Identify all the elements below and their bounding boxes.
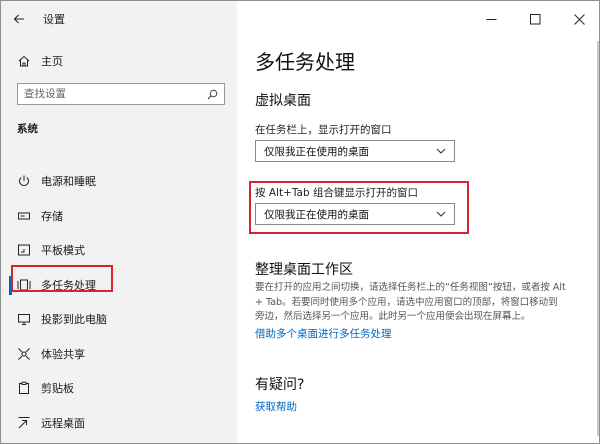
minimize-icon bbox=[486, 18, 496, 20]
maximize-button[interactable] bbox=[513, 1, 557, 37]
sidebar-item-clipboard[interactable]: 剪贴板 bbox=[1, 371, 237, 406]
description-line: + Tab。若要同时使用多个应用，请选中应用窗口的顶部，将窗口移动到 bbox=[255, 296, 558, 308]
section-label-system: 系统 bbox=[17, 123, 38, 135]
window-controls bbox=[469, 1, 599, 37]
close-icon bbox=[573, 13, 585, 25]
maximize-icon bbox=[529, 13, 540, 24]
sidebar-item-tablet-mode[interactable]: 平板模式 bbox=[1, 233, 237, 268]
sidebar-item-label: 剪贴板 bbox=[41, 382, 74, 396]
clipboard-icon bbox=[17, 381, 31, 395]
page-title: 多任务处理 bbox=[255, 50, 355, 74]
sidebar: 设置 主页 系统 电源和睡眠 bbox=[1, 1, 237, 443]
app-title: 设置 bbox=[43, 13, 65, 26]
organize-workspace-heading: 整理桌面工作区 bbox=[255, 262, 353, 278]
sidebar-item-project-to-pc[interactable]: 投影到此电脑 bbox=[1, 302, 237, 337]
alt-tab-highlight-box bbox=[249, 181, 469, 234]
description-line: 旁边，然后选择另一个应用。此时另一个应用便会出现在屏幕上。 bbox=[255, 311, 531, 322]
taskbar-windows-dropdown[interactable]: 仅限我正在使用的桌面 bbox=[255, 140, 455, 162]
questions-heading: 有疑问? bbox=[255, 377, 305, 393]
settings-window: 设置 主页 系统 电源和睡眠 bbox=[0, 0, 600, 444]
organize-description: 要在打开的应用之间切换，请选择任务栏上的“任务视图”按钮，或者按 Alt + T… bbox=[255, 281, 575, 325]
sidebar-item-shared-experiences[interactable]: 体验共享 bbox=[1, 337, 237, 372]
main-content: 多任务处理 虚拟桌面 在任务栏上，显示打开的窗口 仅限我正在使用的桌面 按 Al… bbox=[237, 1, 599, 443]
tablet-mode-icon bbox=[17, 243, 31, 257]
taskbar-windows-label: 在任务栏上，显示打开的窗口 bbox=[255, 124, 392, 136]
search-box[interactable] bbox=[17, 83, 225, 105]
sidebar-item-storage[interactable]: 存储 bbox=[1, 199, 237, 234]
virtual-desktops-heading: 虚拟桌面 bbox=[255, 93, 311, 109]
remote-desktop-icon bbox=[17, 416, 31, 430]
chevron-down-icon bbox=[436, 148, 446, 154]
selection-highlight-box bbox=[11, 265, 113, 292]
sidebar-item-remote-desktop[interactable]: 远程桌面 bbox=[1, 406, 237, 441]
sidebar-item-power-sleep[interactable]: 电源和睡眠 bbox=[1, 164, 237, 199]
minimize-button[interactable] bbox=[469, 1, 513, 37]
power-icon bbox=[17, 174, 31, 188]
search-icon[interactable] bbox=[207, 89, 218, 100]
sidebar-item-label: 远程桌面 bbox=[41, 416, 85, 430]
sidebar-item-label: 电源和睡眠 bbox=[41, 175, 96, 189]
storage-icon bbox=[17, 209, 31, 223]
sidebar-nav-list: 电源和睡眠 存储 平板模式 多任务处理 投影到此电脑 体验共享 剪贴板 远程桌面 bbox=[1, 164, 237, 440]
description-line: 要在打开的应用之间切换，请选择任务栏上的“任务视图”按钮，或者按 Alt bbox=[255, 282, 566, 293]
sidebar-item-label: 投影到此电脑 bbox=[41, 313, 107, 327]
home-icon bbox=[17, 54, 31, 68]
sidebar-item-label: 体验共享 bbox=[41, 347, 85, 361]
dropdown-value: 仅限我正在使用的桌面 bbox=[264, 145, 369, 158]
back-arrow-icon bbox=[13, 14, 24, 24]
shared-experiences-icon bbox=[17, 347, 31, 361]
sidebar-item-label: 存储 bbox=[41, 209, 63, 223]
back-button[interactable] bbox=[1, 1, 37, 37]
sidebar-item-label: 平板模式 bbox=[41, 244, 85, 258]
title-bar: 设置 bbox=[1, 1, 237, 37]
search-input[interactable] bbox=[24, 88, 194, 100]
sidebar-item-home[interactable]: 主页 bbox=[1, 49, 237, 73]
multitasking-desktops-link[interactable]: 借助多个桌面进行多任务处理 bbox=[255, 326, 392, 341]
scrollbar[interactable] bbox=[597, 41, 599, 436]
project-icon bbox=[17, 312, 31, 326]
sidebar-home-label: 主页 bbox=[41, 55, 63, 68]
get-help-link[interactable]: 获取帮助 bbox=[255, 399, 297, 414]
close-button[interactable] bbox=[557, 1, 599, 37]
